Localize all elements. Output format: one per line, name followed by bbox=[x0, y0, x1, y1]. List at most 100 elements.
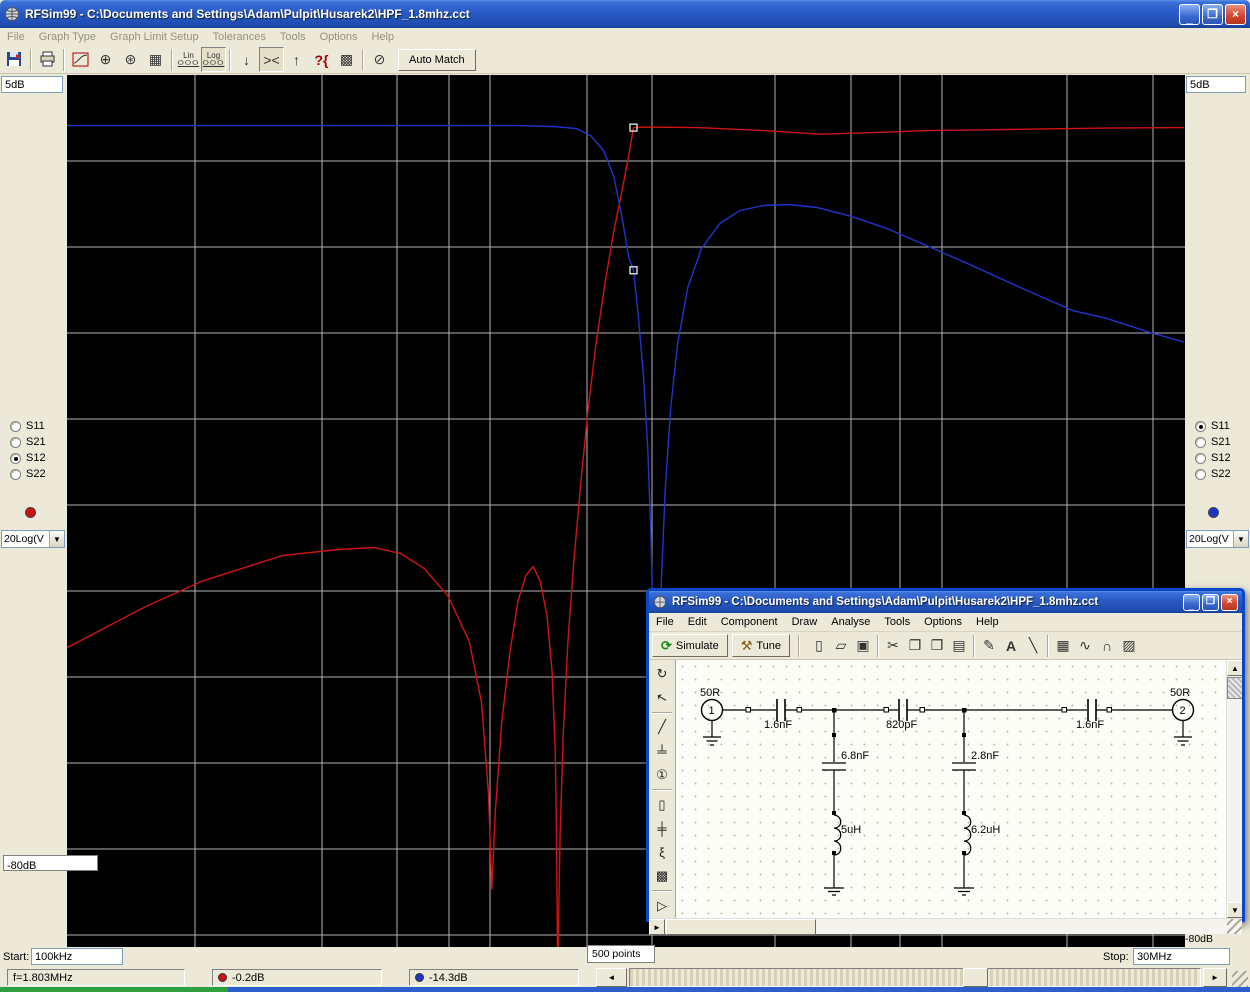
about-icon[interactable]: ⊘ bbox=[367, 47, 392, 72]
menu-analyse[interactable]: Analyse bbox=[824, 614, 877, 630]
tune-button[interactable]: ⚒ Tune bbox=[732, 634, 790, 657]
c3-value-label[interactable]: 1.6nF bbox=[1076, 719, 1104, 731]
resistor-tool-icon[interactable]: ▯ bbox=[651, 794, 673, 816]
scroll-up-icon[interactable]: ▲ bbox=[1227, 660, 1242, 676]
c1-value-label[interactable]: 1.6nF bbox=[764, 719, 792, 731]
wire-tool-icon[interactable]: ╱ bbox=[651, 717, 673, 739]
maximize-button[interactable]: ❐ bbox=[1202, 4, 1223, 25]
menu-graph-type[interactable]: Graph Type bbox=[32, 29, 103, 45]
save-icon[interactable] bbox=[2, 47, 27, 72]
right-format-select[interactable]: 20Log(V ▼ bbox=[1186, 530, 1249, 548]
scroll-right-icon[interactable]: ► bbox=[649, 919, 665, 935]
smith-chart-icon[interactable]: ⊕ bbox=[93, 47, 118, 72]
start-frequency-input[interactable] bbox=[31, 948, 123, 965]
schematic-window[interactable]: RFSim99 - C:\Documents and Settings\Adam… bbox=[646, 588, 1245, 922]
inductor-tool-icon[interactable]: ξ bbox=[651, 842, 673, 864]
menu-component[interactable]: Component bbox=[714, 614, 785, 630]
pencil-icon[interactable]: ╲ bbox=[1022, 633, 1044, 658]
rect-graph-icon[interactable] bbox=[68, 47, 93, 72]
minimize-button[interactable]: _ bbox=[1179, 4, 1200, 25]
query-values-icon[interactable]: ?{ bbox=[309, 47, 334, 72]
left-axis-min-input[interactable]: -80dB bbox=[3, 855, 98, 871]
menu-edit[interactable]: Edit bbox=[681, 614, 714, 630]
menu-draw[interactable]: Draw bbox=[785, 614, 825, 630]
minimize-button[interactable]: _ bbox=[1183, 594, 1200, 611]
rotate-tool-icon[interactable]: ↻ bbox=[651, 663, 673, 685]
main-titlebar[interactable]: RFSim99 - C:\Documents and Settings\Adam… bbox=[0, 0, 1250, 28]
marker-step-right-button[interactable]: ► bbox=[1203, 968, 1227, 987]
vscroll-thumb[interactable] bbox=[1227, 677, 1242, 699]
close-button[interactable]: × bbox=[1221, 594, 1238, 611]
menu-file[interactable]: File bbox=[649, 614, 681, 630]
left-trace-s22[interactable]: S22 bbox=[10, 466, 62, 482]
shunt1-ind-label[interactable]: 5uH bbox=[841, 824, 861, 836]
maximize-button[interactable]: ❐ bbox=[1202, 594, 1219, 611]
open-file-icon[interactable]: ▱ bbox=[830, 633, 852, 658]
lin-scale-button[interactable]: Linⵔⵔⵔ bbox=[176, 47, 201, 72]
right-trace-s21[interactable]: S21 bbox=[1195, 434, 1247, 450]
schematic-titlebar[interactable]: RFSim99 - C:\Documents and Settings\Adam… bbox=[649, 591, 1242, 613]
schematic-vscrollbar[interactable]: ▲ ▼ bbox=[1226, 660, 1242, 918]
log-scale-button[interactable]: Logⵔⵔⵔ bbox=[201, 47, 226, 72]
zoom-in-icon[interactable]: ↑ bbox=[284, 47, 309, 72]
simulate-button[interactable]: ⟳ Simulate bbox=[652, 634, 728, 657]
ground-tool-icon[interactable]: ╧ bbox=[651, 740, 673, 762]
window-resize-grip[interactable] bbox=[1232, 971, 1248, 987]
left-axis-max-input[interactable] bbox=[1, 76, 63, 93]
table-icon[interactable]: ▦ bbox=[143, 47, 168, 72]
menu-tolerances[interactable]: Tolerances bbox=[206, 29, 273, 45]
menu-options[interactable]: Options bbox=[917, 614, 969, 630]
amplifier-tool-icon[interactable]: ▷ bbox=[651, 895, 673, 917]
menu-graph-limit-setup[interactable]: Graph Limit Setup bbox=[103, 29, 206, 45]
shunt2-cap-label[interactable]: 2.8nF bbox=[971, 750, 999, 762]
right-trace-s11[interactable]: S11 bbox=[1195, 418, 1247, 434]
hscroll-thumb[interactable] bbox=[666, 919, 816, 935]
marker-step-left-button[interactable]: ◄ bbox=[596, 968, 627, 987]
scroll-down-icon[interactable]: ▼ bbox=[1227, 902, 1242, 918]
filter-design-icon[interactable]: ∿ bbox=[1074, 633, 1096, 658]
menu-tools[interactable]: Tools bbox=[877, 614, 917, 630]
port-tool-icon[interactable]: ① bbox=[651, 764, 673, 786]
menu-file[interactable]: File bbox=[0, 29, 32, 45]
menu-help[interactable]: Help bbox=[969, 614, 1006, 630]
zoom-out-icon[interactable]: ↓ bbox=[234, 47, 259, 72]
shunt1-cap-label[interactable]: 6.8nF bbox=[841, 750, 869, 762]
save-icon[interactable]: ▣ bbox=[852, 633, 874, 658]
left-trace-s12[interactable]: S12 bbox=[10, 450, 62, 466]
left-trace-s21[interactable]: S21 bbox=[10, 434, 62, 450]
points-count-box[interactable]: 500 points bbox=[587, 945, 655, 963]
cut-icon[interactable]: ✂ bbox=[882, 633, 904, 658]
c2-value-label[interactable]: 820pF bbox=[886, 719, 917, 731]
menu-options[interactable]: Options bbox=[313, 29, 365, 45]
right-trace-s12[interactable]: S12 bbox=[1195, 450, 1247, 466]
right-axis-max-input[interactable] bbox=[1186, 76, 1246, 93]
tolerance-analysis-icon[interactable]: ▩ bbox=[334, 47, 359, 72]
print-icon[interactable] bbox=[35, 47, 60, 72]
close-button[interactable]: × bbox=[1225, 4, 1246, 25]
polar-chart-icon[interactable]: ⊛ bbox=[118, 47, 143, 72]
zoom-fit-icon[interactable]: >< bbox=[259, 47, 284, 72]
shunt2-ind-label[interactable]: 6.2uH bbox=[971, 824, 1000, 836]
marker-slider-thumb[interactable] bbox=[963, 968, 988, 987]
stop-frequency-input[interactable] bbox=[1133, 948, 1230, 965]
text-tool-icon[interactable]: A bbox=[1000, 633, 1022, 658]
print-icon[interactable]: ▤ bbox=[948, 633, 970, 658]
menu-help[interactable]: Help bbox=[364, 29, 401, 45]
schematic-canvas[interactable]: 50R 1 50R 2 1.6nF 820pF 1.6nF 6.8nF 5uH … bbox=[676, 660, 1226, 918]
new-file-icon[interactable]: ▯ bbox=[808, 633, 830, 658]
paste-icon[interactable]: ❒ bbox=[926, 633, 948, 658]
copy-icon[interactable]: ❐ bbox=[904, 633, 926, 658]
brush-icon[interactable]: ✎ bbox=[978, 633, 1000, 658]
pointer-tool-icon[interactable]: ↖ bbox=[649, 684, 676, 711]
transformer-tool-icon[interactable]: ▩ bbox=[651, 865, 673, 887]
schematic-hscrollbar[interactable]: ◄ ► bbox=[649, 918, 1242, 934]
auto-match-button[interactable]: Auto Match bbox=[398, 49, 476, 71]
left-format-select[interactable]: 20Log(V ▼ bbox=[1, 530, 65, 548]
schematic-resize-grip[interactable] bbox=[1227, 919, 1242, 934]
marker-slider-track[interactable] bbox=[629, 968, 1201, 987]
menu-tools[interactable]: Tools bbox=[273, 29, 313, 45]
capacitor-tool-icon[interactable]: ╪ bbox=[651, 818, 673, 840]
transformer-design-icon[interactable]: ∩ bbox=[1096, 633, 1118, 658]
right-trace-s22[interactable]: S22 bbox=[1195, 466, 1247, 482]
calculator-icon[interactable]: ▦ bbox=[1052, 633, 1074, 658]
